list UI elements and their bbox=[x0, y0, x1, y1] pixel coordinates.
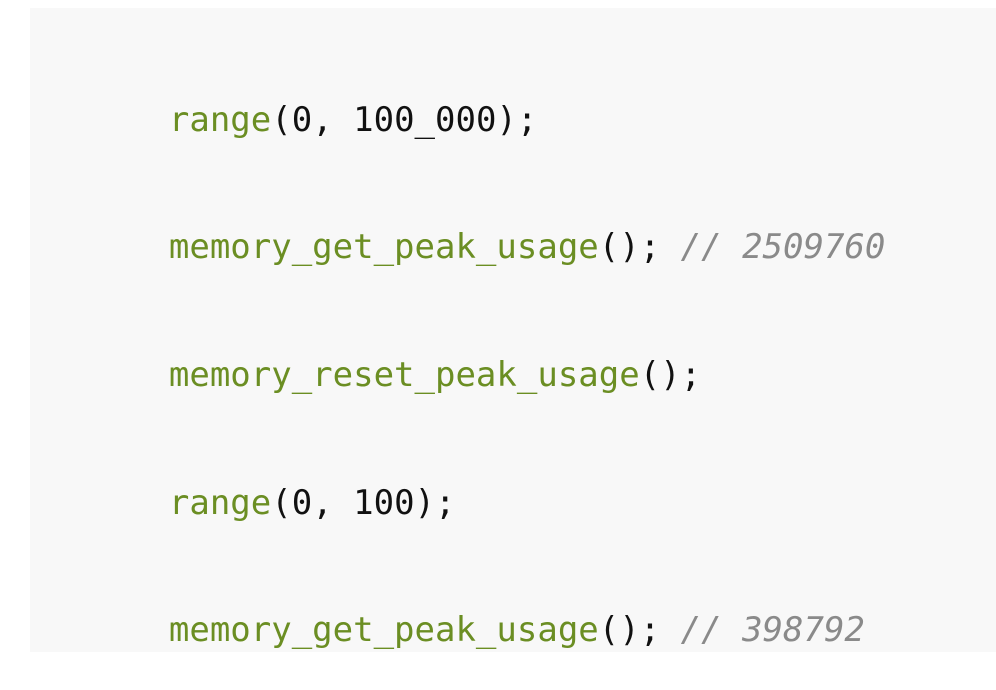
code-block: range(0, 100_000); memory_get_peak_usage… bbox=[30, 8, 996, 652]
code-comment: // 2509760 bbox=[680, 227, 886, 267]
function-name: memory_reset_peak_usage bbox=[168, 355, 640, 395]
function-name: range bbox=[168, 483, 272, 523]
code-line-5: memory_get_peak_usage(); // 398792 bbox=[87, 570, 865, 690]
code-line-2: memory_get_peak_usage(); // 2509760 bbox=[87, 187, 885, 307]
code-line-4: range(0, 100); bbox=[87, 443, 456, 563]
function-args: (); bbox=[598, 610, 661, 650]
code-line-1: range(0, 100_000); bbox=[87, 60, 537, 180]
function-args: (0, 100); bbox=[271, 483, 456, 523]
function-name: range bbox=[168, 100, 272, 140]
code-comment: // 398792 bbox=[680, 610, 865, 650]
function-args: (); bbox=[639, 355, 702, 395]
function-name: memory_get_peak_usage bbox=[168, 227, 599, 267]
function-name: memory_get_peak_usage bbox=[168, 610, 599, 650]
function-args: (0, 100_000); bbox=[271, 100, 538, 140]
code-line-3: memory_reset_peak_usage(); bbox=[87, 315, 701, 435]
function-args: (); bbox=[598, 227, 661, 267]
